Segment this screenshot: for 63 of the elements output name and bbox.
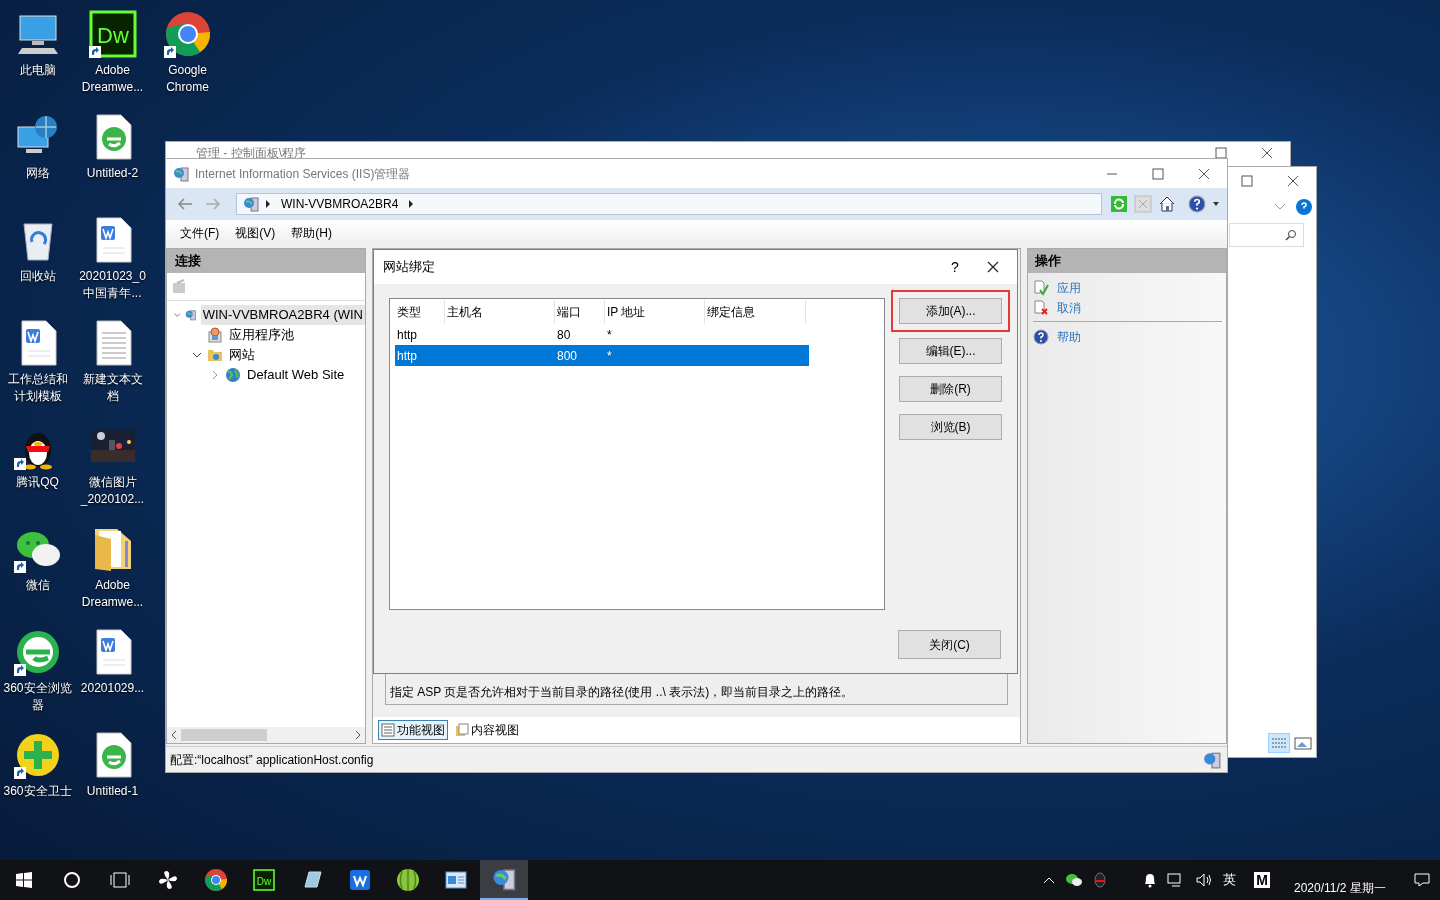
tree-item[interactable]: Default Web Site <box>245 365 347 385</box>
view-tab[interactable]: 功能视图 <box>378 720 448 740</box>
desktop-icon-label[interactable]: 网络 <box>2 165 73 182</box>
action-link[interactable]: 帮助 <box>1057 327 1082 346</box>
taskbar-button[interactable]: Dw <box>240 860 288 900</box>
menu-item[interactable]: 文件(F) <box>174 224 226 242</box>
help-button[interactable]: ? <box>945 256 965 278</box>
desktop-icon-label[interactable]: 微信图片 _2020102... <box>77 474 148 508</box>
menu-item[interactable]: 视图(V) <box>229 224 282 242</box>
input-mode[interactable]: M <box>1254 872 1270 888</box>
column-header[interactable]: IP 地址 <box>605 300 705 324</box>
dw-logo-icon[interactable]: Dw <box>253 869 275 891</box>
pane-title: 操作 <box>1035 252 1062 271</box>
address-bar[interactable]: WIN-VVBMROA2BR4 <box>236 193 1102 215</box>
action-link[interactable]: 取消 <box>1057 299 1082 317</box>
input-language[interactable]: 英 <box>1223 870 1237 890</box>
desktop-icon-label[interactable]: 20201029... <box>77 680 148 697</box>
port-cell-text: 80 <box>556 326 572 344</box>
dialog-button[interactable]: 编辑(E)... <box>899 338 1002 364</box>
column-header[interactable]: 绑定信息 <box>705 300 806 324</box>
column-header[interactable]: 主机名 <box>445 300 555 324</box>
desktop-icon-label[interactable]: 微信 <box>2 577 73 594</box>
desktop-icon-label[interactable]: 腾讯QQ <box>2 474 73 491</box>
desktop-icon-label[interactable]: Google Chrome <box>152 62 223 96</box>
dialog-button[interactable]: 添加(A)... <box>899 298 1002 324</box>
pane-title: 连接 <box>175 252 201 271</box>
window-title: Internet Information Services (IIS)管理器 <box>195 165 412 183</box>
desktop-icon-label[interactable]: Adobe Dreamwe... <box>77 62 148 96</box>
binding-row[interactable]: http 800 * <box>395 345 809 366</box>
desktop-icon-label[interactable]: Untitled-1 <box>77 783 148 800</box>
desktop-icon-label[interactable]: 20201023_0 中国青年... <box>77 268 148 302</box>
close-button[interactable]: 关闭(C) <box>898 630 1001 659</box>
description-text: 指定 ASP 页是否允许相对于当前目录的路径(使用 ..\ 表示法)，即当前目录之上的路径。 <box>390 684 854 701</box>
dialog-button[interactable]: 浏览(B) <box>899 414 1002 440</box>
column-header[interactable]: 类型 <box>395 300 445 324</box>
desktop-icon-label[interactable]: 工作总结和计划模板 <box>2 371 73 405</box>
ip-cell-text: * <box>606 347 613 365</box>
desktop-icon-label[interactable]: 360安全卫士 <box>2 783 73 800</box>
type-cell-text: http <box>396 326 418 344</box>
port-cell-text: 800 <box>556 347 579 365</box>
desktop-icon-label[interactable]: Adobe Dreamwe... <box>77 577 148 611</box>
action-link[interactable]: 应用 <box>1057 279 1082 297</box>
ip-cell-text: * <box>606 326 613 344</box>
tree-item[interactable]: 应用程序池 <box>227 325 296 345</box>
tree-item[interactable]: WIN-VVBMROA2BR4 (WIN <box>200 305 365 325</box>
dialog-title: 网站绑定 <box>383 258 436 277</box>
type-cell-text: http <box>396 347 418 365</box>
dw-logo-icon: Dw <box>88 10 137 58</box>
desktop-icon-label[interactable]: Untitled-2 <box>77 165 148 182</box>
breadcrumb-item[interactable]: WIN-VVBMROA2BR4 <box>277 195 403 213</box>
desktop-icon-label[interactable]: 回收站 <box>2 268 73 285</box>
desktop-icon-label[interactable]: 360安全浏览器 <box>2 680 73 714</box>
taskbar-date[interactable]: 2020/11/2 星期一 <box>1294 879 1404 897</box>
status-text: 配置:“localhost” applicationHost.config <box>170 751 375 769</box>
menu-item[interactable]: 帮助(H) <box>285 224 338 242</box>
dialog-button[interactable]: 删除(R) <box>899 376 1002 402</box>
tree-item[interactable]: 网站 <box>227 345 257 365</box>
column-header[interactable]: 端口 <box>555 300 605 324</box>
binding-row[interactable]: http 80 * <box>395 324 809 345</box>
window-title: 管理 - 控制面板\程序 <box>196 145 307 162</box>
view-tab[interactable]: 内容视图 <box>452 720 522 740</box>
desktop-icon-label[interactable]: 此电脑 <box>2 62 73 79</box>
desktop-icon-label[interactable]: 新建文本文档 <box>77 371 148 405</box>
